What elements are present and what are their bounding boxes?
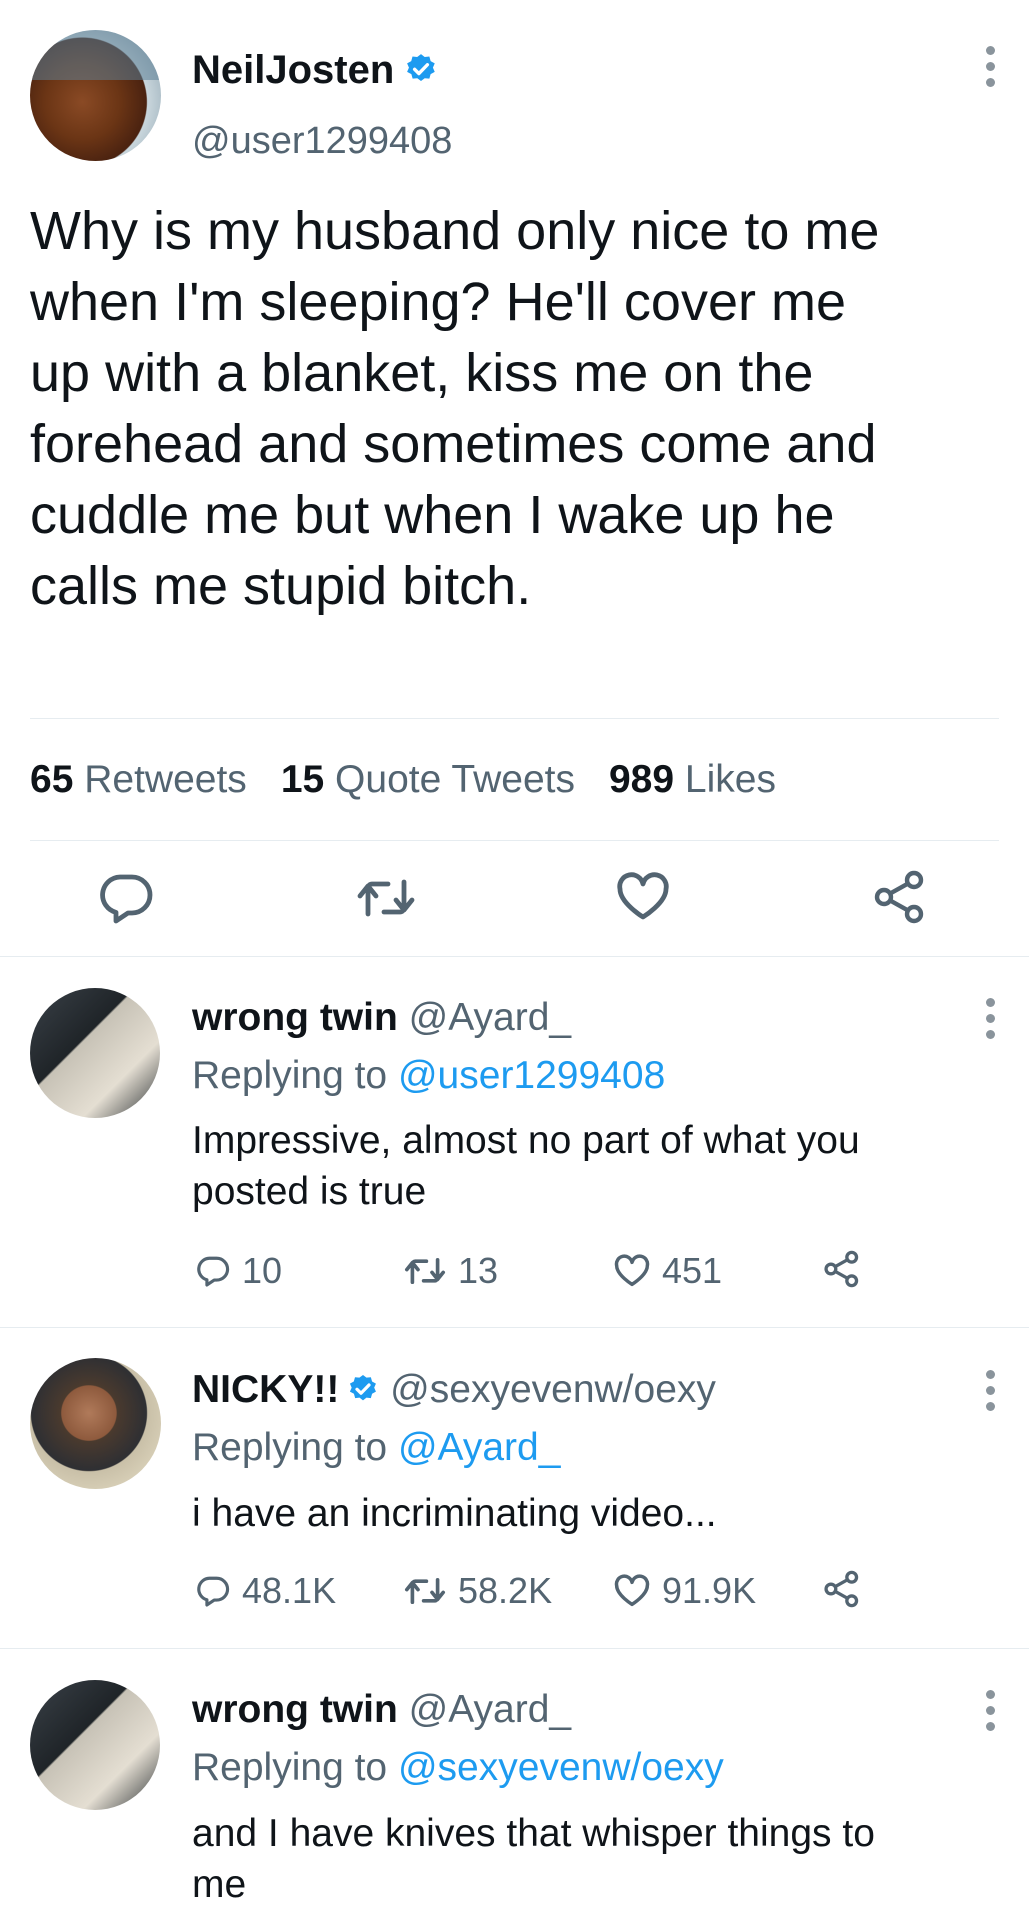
- retweet-icon[interactable]: [356, 876, 416, 920]
- author-name[interactable]: NeilJosten: [192, 48, 394, 92]
- tweet-text-line: up with a blanket, kiss me on the: [30, 343, 814, 403]
- tweet-text-line: when I'm sleeping? He'll cover me: [30, 272, 846, 332]
- more-options-icon[interactable]: [984, 46, 996, 87]
- replying-to-link[interactable]: @sexyevenw/oexy: [398, 1746, 724, 1789]
- reply-author-handle[interactable]: @sexyevenw/oexy: [390, 1368, 716, 1411]
- reply-text-line: me: [192, 1863, 247, 1906]
- reply-text: and I have knives that whisper things to…: [192, 1808, 875, 1910]
- like-count-value: 451: [662, 1250, 723, 1291]
- reply-text: i have an incriminating video...: [192, 1488, 717, 1539]
- divider: [30, 718, 999, 719]
- replying-to-link[interactable]: @user1299408: [398, 1054, 665, 1097]
- likes-stat[interactable]: 989 Likes: [609, 758, 776, 801]
- quotes-stat[interactable]: 15 Quote Tweets: [281, 758, 575, 801]
- quotes-count: 15: [280, 758, 325, 801]
- avatar[interactable]: [30, 1358, 161, 1489]
- like-count[interactable]: 451: [614, 1250, 722, 1292]
- retweets-label: Retweets: [84, 758, 247, 801]
- retweet-icon: [404, 1257, 446, 1285]
- reply-text: Impressive, almost no part of what you p…: [192, 1115, 860, 1217]
- reply-author-name[interactable]: wrong twin: [192, 1688, 398, 1731]
- share-icon[interactable]: [824, 1570, 860, 1608]
- tweet-text-line: forehead and sometimes come and: [30, 414, 877, 474]
- reply-count[interactable]: 10: [196, 1250, 282, 1292]
- reply-author-name[interactable]: wrong twin: [192, 996, 398, 1039]
- avatar[interactable]: [30, 988, 160, 1118]
- share-icon[interactable]: [824, 1250, 860, 1288]
- author-handle[interactable]: @user1299408: [192, 120, 452, 163]
- verified-badge-icon: [404, 51, 438, 85]
- tweet-stats: 65 Retweets 15 Quote Tweets 989 Likes: [30, 758, 776, 802]
- reply-header: wrong twin @Ayard_: [192, 1688, 571, 1732]
- verified-badge-icon: [347, 1371, 379, 1403]
- replying-to-link[interactable]: @Ayard_: [398, 1426, 560, 1469]
- avatar[interactable]: [30, 30, 161, 161]
- reply-header: wrong twin @Ayard_: [192, 996, 571, 1040]
- tweet-text-line: Why is my husband only nice to me: [30, 201, 880, 261]
- replying-to-label: Replying to: [192, 1426, 388, 1469]
- like-icon: [614, 1254, 650, 1287]
- retweets-count: 65: [30, 758, 74, 801]
- share-icon[interactable]: [874, 870, 926, 924]
- more-options-icon[interactable]: [984, 1690, 996, 1731]
- reply-count[interactable]: 48.1K: [196, 1570, 336, 1612]
- tweet-text: Why is my husband only nice to me when I…: [30, 196, 879, 622]
- reply-icon[interactable]: [98, 872, 154, 924]
- replying-to-label: Replying to: [192, 1746, 388, 1789]
- replying-to: Replying to @sexyevenw/oexy: [192, 1746, 724, 1790]
- retweet-count-value: 13: [458, 1250, 499, 1291]
- quotes-label: Quote Tweets: [335, 758, 575, 801]
- replying-to: Replying to @Ayard_: [192, 1426, 560, 1470]
- more-options-icon[interactable]: [984, 998, 996, 1039]
- replying-to: Replying to @user1299408: [192, 1054, 665, 1098]
- divider: [30, 840, 999, 841]
- reply-author-name[interactable]: NICKY!!: [192, 1368, 339, 1411]
- retweet-count-value: 58.2K: [458, 1570, 553, 1611]
- reply-text-line: i have an incriminating video...: [192, 1492, 717, 1535]
- reply-text-line: posted is true: [192, 1170, 427, 1213]
- reply-text-line: Impressive, almost no part of what you: [192, 1119, 860, 1162]
- reply-icon: [197, 1256, 230, 1287]
- divider: [0, 956, 1029, 957]
- like-icon: [614, 1574, 650, 1607]
- like-count[interactable]: 91.9K: [614, 1570, 756, 1612]
- author-name-row: NeilJosten: [192, 48, 438, 93]
- more-options-icon[interactable]: [984, 1370, 996, 1411]
- reply-author-handle[interactable]: @Ayard_: [409, 1688, 571, 1731]
- tweet-text-line: cuddle me but when I wake up he: [30, 485, 835, 545]
- retweet-count[interactable]: 13: [404, 1250, 498, 1292]
- divider: [0, 1648, 1029, 1649]
- retweet-count[interactable]: 58.2K: [404, 1570, 552, 1612]
- like-count-value: 91.9K: [662, 1570, 757, 1611]
- likes-label: Likes: [684, 758, 776, 801]
- reply-text-line: and I have knives that whisper things to: [192, 1812, 875, 1855]
- reply-author-handle[interactable]: @Ayard_: [409, 996, 571, 1039]
- like-icon[interactable]: [616, 872, 670, 922]
- retweets-stat[interactable]: 65 Retweets: [30, 758, 247, 801]
- reply-header: NICKY!! @sexyevenw/oexy: [192, 1368, 716, 1412]
- reply-count-value: 48.1K: [242, 1570, 337, 1611]
- reply-icon: [197, 1576, 230, 1607]
- reply-count-value: 10: [242, 1250, 283, 1291]
- tweet-text-line: calls me stupid bitch.: [30, 556, 532, 616]
- retweet-icon: [404, 1577, 446, 1605]
- likes-count: 989: [608, 758, 675, 801]
- avatar[interactable]: [30, 1680, 160, 1810]
- replying-to-label: Replying to: [192, 1054, 388, 1097]
- divider: [0, 1327, 1029, 1328]
